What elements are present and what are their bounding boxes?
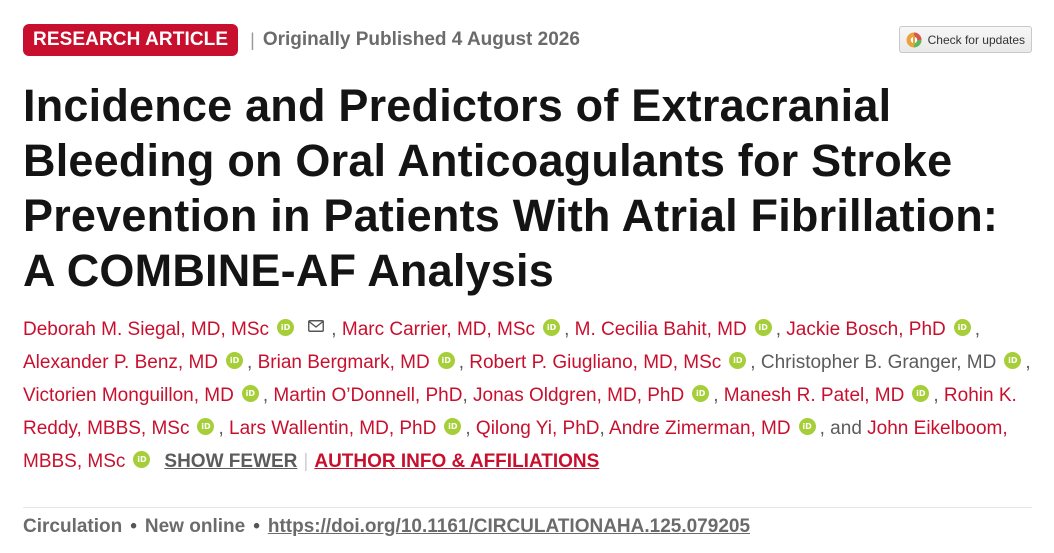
orcid-icon[interactable]: iD [197, 418, 215, 435]
header-separator: | [250, 29, 255, 50]
citation-line: Circulation • New online • https://doi.org/1… [23, 516, 750, 538]
article-title: Incidence and Predictors of Extracranial… [23, 80, 999, 296]
author-link[interactable]: Qilong Yi, PhD [476, 418, 600, 439]
orcid-icon[interactable]: iD [437, 352, 455, 369]
divider-line [23, 507, 1032, 508]
author-link[interactable]: Brian Bergmark, MD [258, 352, 430, 373]
check-for-updates-label: Check for updates [927, 32, 1025, 47]
author-link[interactable]: Alexander P. Benz, MD [23, 352, 218, 373]
orcid-icon[interactable]: iD [444, 418, 462, 435]
and-text: , and [819, 418, 862, 439]
author-link[interactable]: Robert P. Giugliano, MD, MSc [469, 352, 721, 373]
author-list: Deborah M. Siegal, MD, MSc iD , Marc Carr… [23, 319, 1031, 472]
bullet: • [253, 516, 260, 537]
orcid-icon[interactable]: iD [692, 385, 710, 402]
author-link[interactable]: Martin O’Donnell, PhD [273, 385, 462, 406]
article-header-bar: RESEARCH ARTICLE | Originally Published … [23, 24, 1032, 56]
orcid-icon[interactable]: iD [226, 352, 244, 369]
author-link[interactable]: Lars Wallentin, MD, PhD [229, 418, 436, 439]
orcid-icon[interactable]: iD [133, 451, 151, 468]
orcid-icon[interactable]: iD [1004, 352, 1022, 369]
author-link[interactable]: Victorien Monguillon, MD [23, 385, 234, 406]
author-info-affiliations-link[interactable]: AUTHOR INFO & AFFILIATIONS [314, 451, 599, 472]
author-link[interactable]: Deborah M. Siegal, MD, MSc [23, 319, 269, 340]
check-for-updates-button[interactable]: Check for updates [898, 26, 1032, 53]
bullet: • [130, 516, 137, 537]
orcid-icon[interactable]: iD [912, 385, 930, 402]
email-icon[interactable] [308, 320, 324, 332]
doi-link[interactable]: https://doi.org/10.1161/CIRCULATIONAHA.1… [268, 516, 750, 537]
orcid-icon[interactable]: iD [953, 319, 971, 336]
divider: | [303, 451, 309, 472]
author-link[interactable]: M. Cecilia Bahit, MD [575, 319, 747, 340]
author-link[interactable]: Andre Zimerman, MD [609, 418, 791, 439]
show-fewer-button[interactable]: SHOW FEWER [164, 451, 297, 472]
publication-date: Originally Published 4 August 2026 [262, 29, 580, 50]
author-link[interactable]: Marc Carrier, MD, MSc [342, 319, 535, 340]
orcid-icon[interactable]: iD [543, 319, 561, 336]
author-link[interactable]: Christopher B. Granger, MD [761, 352, 996, 373]
orcid-icon[interactable]: iD [729, 352, 747, 369]
article-type-badge: RESEARCH ARTICLE [23, 24, 239, 56]
author-link[interactable]: Jackie Bosch, PhD [786, 319, 945, 340]
crossmark-icon [906, 32, 922, 47]
orcid-icon[interactable]: iD [798, 418, 816, 435]
orcid-icon[interactable]: iD [277, 319, 295, 336]
journal-name: Circulation [23, 516, 123, 537]
author-link[interactable]: Manesh R. Patel, MD [724, 385, 905, 406]
orcid-icon[interactable]: iD [241, 385, 259, 402]
publication-status: New online [144, 516, 246, 537]
author-link[interactable]: Jonas Oldgren, MD, PhD [473, 385, 684, 406]
orcid-icon[interactable]: iD [754, 319, 772, 336]
